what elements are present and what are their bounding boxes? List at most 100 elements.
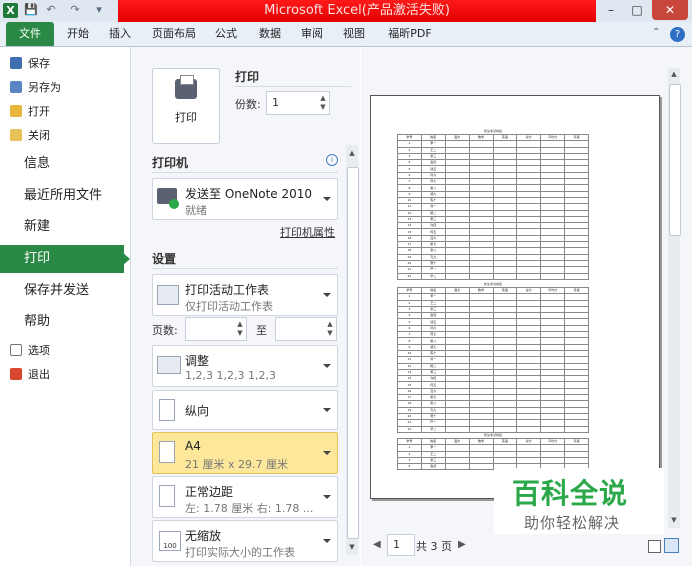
paper-size-dropdown[interactable]: A4 21 厘米 x 29.7 厘米 [152,432,338,474]
table-cell: 22 [397,425,422,433]
print-button[interactable]: 打印 [152,68,220,144]
collate-icon [157,356,181,374]
nav-options[interactable]: 选项 [10,341,50,361]
nav-save-as-label: 另存为 [28,81,61,94]
spin-up-icon[interactable]: ▲ [319,94,327,102]
tab-view[interactable]: 视图 [338,22,370,46]
save-as-icon [10,81,22,93]
nav-exit-label: 退出 [28,368,50,381]
chevron-down-icon [323,451,331,455]
next-page-icon[interactable]: ▶ [458,539,466,550]
printer-dropdown[interactable]: 发送至 OneNote 2010 就绪 [152,178,338,220]
page-number-input[interactable]: 1 [387,534,415,556]
nav-save[interactable]: 保存 [10,54,50,74]
chevron-down-icon [323,495,331,499]
nav-new[interactable]: 新建 [24,215,50,239]
undo-icon[interactable]: ↶ [44,3,58,17]
backstage-nav [0,47,131,566]
spin-down-icon[interactable]: ▼ [319,103,327,111]
nav-print[interactable]: 打印 [24,247,50,271]
table-cell [492,425,518,433]
spin-down-icon[interactable]: ▼ [326,329,334,337]
nav-exit[interactable]: 退出 [10,365,50,385]
preview-scrollbar[interactable]: ▲ ▼ [668,68,681,528]
spin-up-icon[interactable]: ▲ [236,320,244,328]
scroll-thumb[interactable] [347,167,359,539]
prev-page-icon[interactable]: ◀ [373,539,381,550]
ready-check-icon [169,199,179,209]
tab-foxit-pdf[interactable]: 福昕PDF [382,22,438,46]
table-cell [564,272,589,280]
excel-app-icon[interactable]: X [3,3,18,18]
nav-options-label: 选项 [28,344,50,357]
orientation-dropdown[interactable]: 纵向 [152,390,338,430]
spin-up-icon[interactable]: ▲ [326,320,334,328]
print-scope-sub: 仅打印活动工作表 [185,300,273,313]
spin-down-icon[interactable]: ▼ [236,329,244,337]
qat-dropdown-icon[interactable]: ▾ [92,3,106,17]
portrait-icon [159,399,175,421]
margins-icon [159,485,175,507]
chevron-down-icon [323,539,331,543]
nav-help[interactable]: 帮助 [24,310,50,334]
scroll-thumb[interactable] [669,84,681,236]
nav-recent[interactable]: 最近所用文件 [24,184,102,208]
collate-dropdown[interactable]: 调整 1,2,3 1,2,3 1,2,3 [152,345,338,387]
maximize-button[interactable]: □ [624,0,650,20]
save-icon[interactable]: 💾 [24,3,38,17]
tab-page-layout[interactable]: 页面布局 [146,22,202,46]
window-title: Microsoft Excel(产品激活失败) [264,3,450,18]
nav-print-selected[interactable] [0,245,124,273]
nav-save-label: 保存 [28,57,50,70]
copies-stepper[interactable]: 1 ▲ ▼ [266,91,330,115]
zoom-to-page-icon[interactable] [664,538,679,553]
nav-info[interactable]: 信息 [24,152,50,176]
ribbon-collapse-icon[interactable]: ⌃ [652,27,664,41]
collate-main: 调整 [185,354,210,368]
sheet-table: 学号 姓名 语文 数学 英语 总分 平均分 评语 1 李一 2 王二 3 张三 4 赵四 5 钱五 6 孙六 7 周七 8 吴… [397,286,589,433]
settings-section-title: 设置 [152,252,177,266]
table-cell: 22 [397,272,422,280]
tab-data[interactable]: 数据 [254,22,286,46]
paper-size-main: A4 [185,439,201,453]
sheet-block-2: 新生考试成绩 学号 姓名 语文 数学 英语 总分 平均分 评语 1 李一 2 王二 3 张三 4 赵四 5 钱五 6 孙… [397,282,589,433]
tab-file[interactable]: 文件 [6,22,54,46]
table-cell [444,463,470,471]
nav-close[interactable]: 关闭 [10,126,50,146]
tab-insert[interactable]: 插入 [104,22,136,46]
info-icon[interactable]: i [326,154,338,166]
sheet-block-1: 新生考试成绩 学号 姓名 语文 数学 英语 总分 平均分 评语 1 李一 2 王二 3 张三 4 赵四 5 钱五 6 孙… [397,129,589,280]
show-margins-icon[interactable] [648,540,661,553]
scroll-up-icon[interactable]: ▲ [347,149,357,157]
close-button[interactable]: ✕ [652,0,688,20]
sheet-table: 学号 姓名 语文 数学 英语 总分 平均分 评语 1 李一 2 王二 3 张三 4 赵四 5 钱五 6 孙六 7 周七 8 吴… [397,133,589,280]
scroll-down-icon[interactable]: ▼ [669,516,679,524]
nav-save-as[interactable]: 另存为 [10,78,61,98]
help-icon[interactable]: ? [670,27,685,42]
print-scope-dropdown[interactable]: 打印活动工作表 仅打印活动工作表 [152,274,338,316]
collate-sub: 1,2,3 1,2,3 1,2,3 [185,369,276,382]
margins-dropdown[interactable]: 正常边距 左: 1.78 厘米 右: 1.78 ... [152,476,338,518]
tab-formulas[interactable]: 公式 [210,22,242,46]
margins-main: 正常边距 [185,485,234,499]
nav-save-send[interactable]: 保存并发送 [24,279,89,303]
pages-to-stepper[interactable]: ▲ ▼ [275,317,337,341]
redo-icon[interactable]: ↷ [68,3,82,17]
page-current: 1 [393,538,400,551]
printer-properties-link[interactable]: 打印机属性 [280,224,335,240]
scaling-dropdown[interactable]: 100 无缩放 打印实际大小的工作表 [152,520,338,562]
tab-review[interactable]: 审阅 [296,22,328,46]
scroll-up-icon[interactable]: ▲ [669,70,679,78]
settings-scrollbar[interactable]: ▲ ▼ [346,145,359,555]
printer-name: 发送至 OneNote 2010 [185,187,313,201]
table-cell [444,272,470,280]
tab-home[interactable]: 开始 [60,22,96,46]
minimize-button[interactable]: – [598,0,624,20]
scaling-main: 无缩放 [185,529,222,543]
nav-open[interactable]: 打开 [10,102,50,122]
pages-from-stepper[interactable]: ▲ ▼ [185,317,247,341]
table-cell [468,463,494,471]
divider [152,268,338,269]
chevron-down-icon [323,364,331,368]
scroll-down-icon[interactable]: ▼ [347,543,357,551]
